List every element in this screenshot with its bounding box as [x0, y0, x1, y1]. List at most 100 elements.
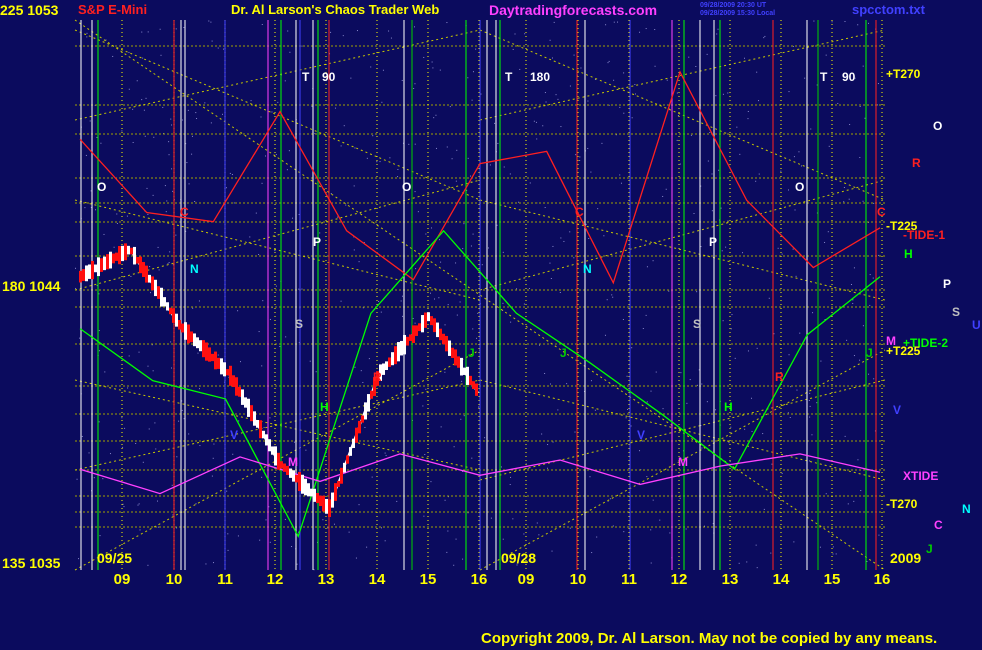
price-bar [82, 269, 85, 281]
price-bar [163, 297, 166, 307]
star [444, 371, 446, 373]
star [837, 102, 839, 104]
price-bar [265, 434, 268, 446]
star [873, 378, 875, 380]
star [176, 527, 178, 529]
star [857, 24, 859, 26]
star [852, 299, 854, 301]
star [560, 126, 562, 128]
star [824, 241, 826, 243]
star [237, 535, 239, 537]
star [188, 183, 190, 185]
star [259, 539, 261, 541]
star [277, 101, 279, 103]
star [342, 35, 344, 37]
star [868, 373, 870, 375]
star [98, 421, 100, 423]
star [623, 531, 625, 533]
star [381, 101, 383, 103]
star [859, 359, 861, 361]
star [747, 110, 749, 112]
star [612, 296, 614, 298]
price-bar [391, 352, 394, 366]
star [604, 334, 606, 336]
price-bar [313, 488, 316, 502]
star [213, 443, 215, 445]
star [261, 182, 263, 184]
star [414, 143, 416, 145]
star [523, 533, 525, 535]
star [539, 344, 541, 346]
star [227, 533, 229, 535]
star [197, 352, 199, 354]
x-tick-label: 09 [517, 571, 535, 588]
star [868, 22, 869, 24]
planet-marker: T [302, 70, 310, 84]
star [438, 297, 440, 299]
price-bar [328, 499, 331, 518]
star [701, 383, 703, 385]
price-bar [253, 411, 256, 426]
star [662, 195, 664, 197]
star [81, 435, 83, 437]
price-bar [160, 287, 163, 307]
star [843, 186, 845, 188]
price-bar [466, 366, 469, 385]
price-bar [295, 474, 298, 483]
filename-label: spcctom.txt [852, 2, 925, 17]
star [494, 122, 496, 124]
star [844, 21, 846, 23]
price-bar [85, 265, 88, 282]
planet-marker: P [313, 235, 322, 249]
star [181, 409, 183, 411]
star [642, 327, 644, 329]
star [440, 426, 442, 428]
star [549, 262, 551, 264]
star [128, 52, 130, 54]
star [195, 503, 197, 505]
price-bar [199, 340, 202, 352]
star [864, 117, 866, 119]
star [327, 527, 329, 529]
star [777, 247, 779, 249]
star [397, 168, 399, 170]
x-tick-label: 11 [621, 571, 637, 588]
price-bar [337, 480, 340, 487]
star [285, 336, 287, 338]
star [169, 251, 171, 253]
star [78, 558, 80, 560]
star [121, 130, 123, 132]
price-bar [289, 468, 292, 478]
star [289, 51, 291, 53]
star [269, 417, 271, 419]
star [756, 347, 758, 349]
star [510, 321, 512, 323]
star [120, 161, 122, 163]
price-bar [136, 256, 139, 264]
star [809, 405, 811, 407]
star [553, 21, 555, 23]
star [627, 408, 629, 410]
star [751, 397, 753, 399]
star [650, 562, 652, 564]
star [720, 207, 722, 209]
star [431, 227, 433, 229]
legend-label: S [952, 305, 961, 319]
website-link[interactable]: Daytradingforecasts.com [489, 2, 657, 18]
legend-label: O [933, 119, 943, 133]
price-bar [283, 463, 286, 472]
star [85, 154, 87, 156]
star [195, 112, 197, 114]
star [425, 233, 427, 235]
price-bar [217, 357, 220, 369]
star [850, 284, 852, 286]
planet-marker: 180 [530, 70, 551, 84]
star [168, 262, 170, 264]
star [654, 29, 656, 31]
legend-label: -TIDE-1 [903, 228, 945, 242]
price-bar [421, 315, 424, 333]
price-bar [400, 340, 403, 356]
star [843, 201, 845, 203]
star [187, 109, 189, 111]
price-bar [451, 347, 454, 358]
